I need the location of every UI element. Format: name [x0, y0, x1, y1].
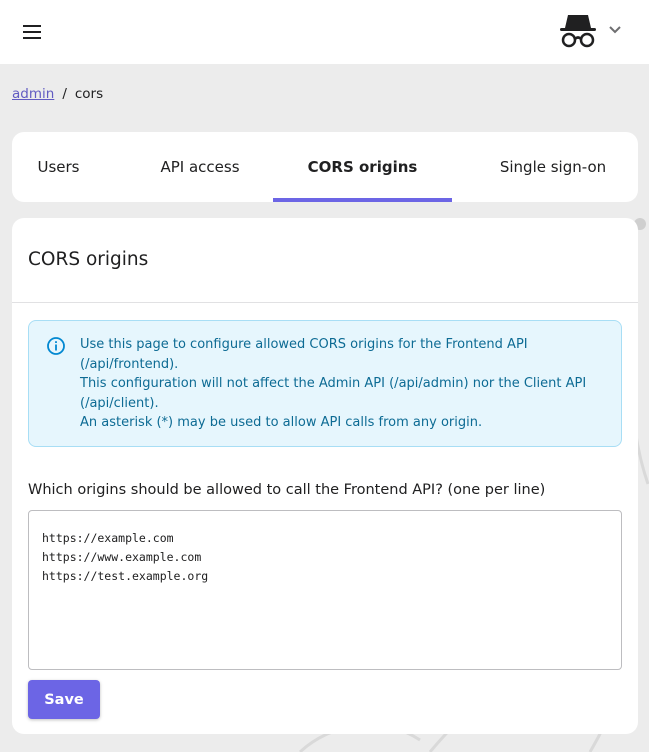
breadcrumb-separator: /	[62, 86, 67, 102]
breadcrumb: admin / cors	[12, 86, 103, 102]
tab-cors-origins[interactable]: CORS origins	[273, 132, 452, 202]
info-alert-text: Use this page to configure allowed CORS …	[80, 335, 610, 433]
breadcrumb-current: cors	[74, 86, 104, 102]
origins-textarea[interactable]: https://example.com https://www.example.…	[28, 510, 622, 670]
cors-origins-card: CORS origins Use this page to configure …	[12, 218, 638, 734]
info-icon	[47, 337, 65, 355]
incognito-user-icon	[560, 15, 596, 48]
top-bar	[0, 0, 649, 64]
breadcrumb-link-admin[interactable]: admin	[12, 86, 54, 102]
info-line: This configuration will not affect the A…	[80, 376, 587, 411]
user-menu-button[interactable]	[558, 10, 628, 54]
tab-bar: Users API access CORS origins Single sig…	[12, 132, 638, 202]
origins-field-label: Which origins should be allowed to call …	[28, 482, 546, 498]
info-line: Use this page to configure allowed CORS …	[80, 337, 528, 372]
active-tab-indicator	[273, 198, 452, 202]
info-alert: Use this page to configure allowed CORS …	[28, 320, 622, 447]
tab-users[interactable]: Users	[12, 132, 105, 202]
chevron-down-icon	[609, 26, 621, 34]
divider	[12, 302, 638, 303]
hamburger-menu-icon[interactable]	[22, 22, 42, 42]
tab-api-access[interactable]: API access	[139, 132, 261, 202]
info-line: An asterisk (*) may be used to allow API…	[80, 415, 483, 431]
page-title: CORS origins	[28, 249, 149, 270]
tab-single-sign-on[interactable]: Single sign-on	[482, 132, 624, 202]
save-button[interactable]: Save	[28, 680, 100, 719]
